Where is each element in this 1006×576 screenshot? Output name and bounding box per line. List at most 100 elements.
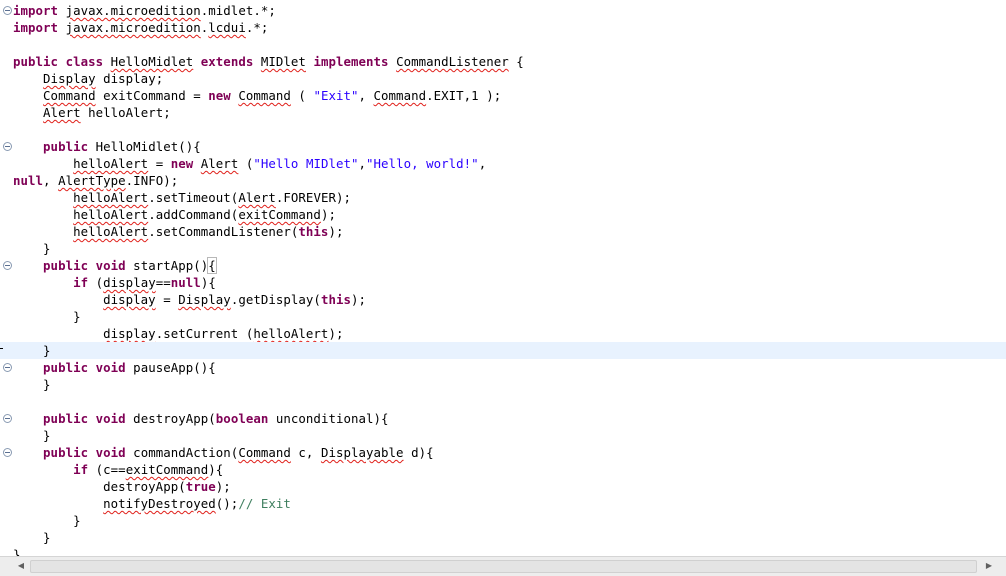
code-token: .INFO); xyxy=(125,173,179,188)
collapse-fold-icon[interactable] xyxy=(3,142,12,151)
code-token: ){ xyxy=(200,275,216,290)
code-line[interactable]: if (c==exitCommand){ xyxy=(0,461,1006,478)
code-line[interactable]: } xyxy=(0,240,1006,257)
code-token: pauseApp(){ xyxy=(125,360,216,375)
code-line[interactable]: } xyxy=(0,512,1006,529)
code-line[interactable]: public void startApp(){ xyxy=(0,257,1006,274)
scroll-right-arrow-icon[interactable]: ▶ xyxy=(984,561,994,571)
code-token: , xyxy=(358,156,367,171)
code-line[interactable]: helloAlert.setTimeout(Alert.FOREVER); xyxy=(0,189,1006,206)
code-line[interactable]: public class HelloMidlet extends MIDlet … xyxy=(0,53,1006,70)
collapse-fold-icon[interactable] xyxy=(3,261,12,270)
collapse-fold-icon[interactable] xyxy=(3,448,12,457)
code-editor[interactable]: import javax.microedition.midlet.*; impor… xyxy=(0,0,1006,556)
code-line[interactable]: helloAlert.setCommandListener(this); xyxy=(0,223,1006,240)
code-line[interactable]: destroyApp(true); xyxy=(0,478,1006,495)
quick-diff-marker xyxy=(0,348,3,349)
code-line[interactable]: import javax.microedition.midlet.*; xyxy=(0,2,1006,19)
code-line[interactable]: Alert helloAlert; xyxy=(0,104,1006,121)
code-token: "Hello, world!" xyxy=(366,156,479,171)
code-token: Alert xyxy=(43,105,81,120)
code-token: Alert xyxy=(238,190,276,205)
code-token: display; xyxy=(95,71,164,86)
code-token: display xyxy=(103,292,156,307)
code-text: Display display; xyxy=(13,70,163,87)
code-token: new xyxy=(170,156,194,171)
code-line[interactable]: } xyxy=(0,376,1006,393)
horizontal-scrollbar[interactable]: ◀ ▶ xyxy=(0,556,1006,576)
code-line[interactable]: display.setCurrent (helloAlert); xyxy=(0,325,1006,342)
code-line[interactable]: public HelloMidlet(){ xyxy=(0,138,1006,155)
scrollbar-thumb[interactable] xyxy=(30,560,977,573)
code-line[interactable]: helloAlert = new Alert ("Hello MIDlet","… xyxy=(0,155,1006,172)
collapse-fold-icon[interactable] xyxy=(3,6,12,15)
code-token: } xyxy=(13,309,81,324)
code-line[interactable]: } xyxy=(0,342,1006,359)
collapse-fold-icon[interactable] xyxy=(3,414,12,423)
code-token: exitCommand xyxy=(238,207,321,222)
code-token: this xyxy=(320,292,351,307)
code-token: display xyxy=(103,275,156,290)
code-token: (c== xyxy=(88,462,126,477)
code-line[interactable]: Command exitCommand = new Command ( "Exi… xyxy=(0,87,1006,104)
code-line[interactable]: } xyxy=(0,308,1006,325)
code-line[interactable]: } xyxy=(0,546,1006,556)
code-text: } xyxy=(13,427,51,444)
code-token: MIDlet xyxy=(260,54,306,69)
code-line[interactable]: helloAlert.addCommand(exitCommand); xyxy=(0,206,1006,223)
code-line[interactable]: } xyxy=(0,427,1006,444)
code-token: public xyxy=(43,139,89,154)
code-text: helloAlert.setTimeout(Alert.FOREVER); xyxy=(13,189,351,206)
code-line[interactable]: Display display; xyxy=(0,70,1006,87)
code-text: public void pauseApp(){ xyxy=(13,359,216,376)
code-token: Command xyxy=(238,445,291,460)
code-line[interactable] xyxy=(0,121,1006,138)
scroll-left-arrow-icon[interactable]: ◀ xyxy=(16,561,26,571)
code-line[interactable]: } xyxy=(0,529,1006,546)
code-token: public xyxy=(43,445,89,460)
code-token: } xyxy=(13,547,21,556)
code-token: void xyxy=(95,360,126,375)
code-token: ( xyxy=(88,275,104,290)
code-token: .*; xyxy=(245,20,269,35)
code-token: HelloMidlet(){ xyxy=(88,139,201,154)
code-line[interactable]: null, AlertType.INFO); xyxy=(0,172,1006,189)
code-token: Displayable xyxy=(320,445,404,460)
code-token: null xyxy=(13,173,44,188)
collapse-fold-icon[interactable] xyxy=(3,363,12,372)
code-token: Command xyxy=(373,88,427,103)
code-token: Command xyxy=(238,88,291,103)
code-line[interactable]: if (display==null){ xyxy=(0,274,1006,291)
code-line[interactable]: notifyDestroyed();// Exit xyxy=(0,495,1006,512)
code-token: .setCurrent ( xyxy=(155,326,254,341)
code-token: commandAction( xyxy=(125,445,239,460)
code-line[interactable]: display = Display.getDisplay(this); xyxy=(0,291,1006,308)
code-text: public class HelloMidlet extends MIDlet … xyxy=(13,53,524,70)
code-line[interactable]: public void commandAction(Command c, Dis… xyxy=(0,444,1006,461)
code-token: exitCommand = xyxy=(95,88,209,103)
code-token: , xyxy=(358,88,374,103)
code-line[interactable] xyxy=(0,36,1006,53)
code-text: public void startApp(){ xyxy=(13,257,217,274)
code-line[interactable]: public void pauseApp(){ xyxy=(0,359,1006,376)
code-text: public HelloMidlet(){ xyxy=(13,138,201,155)
code-token: void xyxy=(95,445,126,460)
code-line[interactable]: import javax.microedition.lcdui.*; xyxy=(0,19,1006,36)
code-line[interactable] xyxy=(0,393,1006,410)
code-token: notifyDestroyed xyxy=(103,496,216,511)
code-token: .EXIT,1 ); xyxy=(426,88,502,103)
code-token: null xyxy=(170,275,201,290)
code-token: public xyxy=(43,411,89,426)
code-line[interactable]: public void destroyApp(boolean unconditi… xyxy=(0,410,1006,427)
